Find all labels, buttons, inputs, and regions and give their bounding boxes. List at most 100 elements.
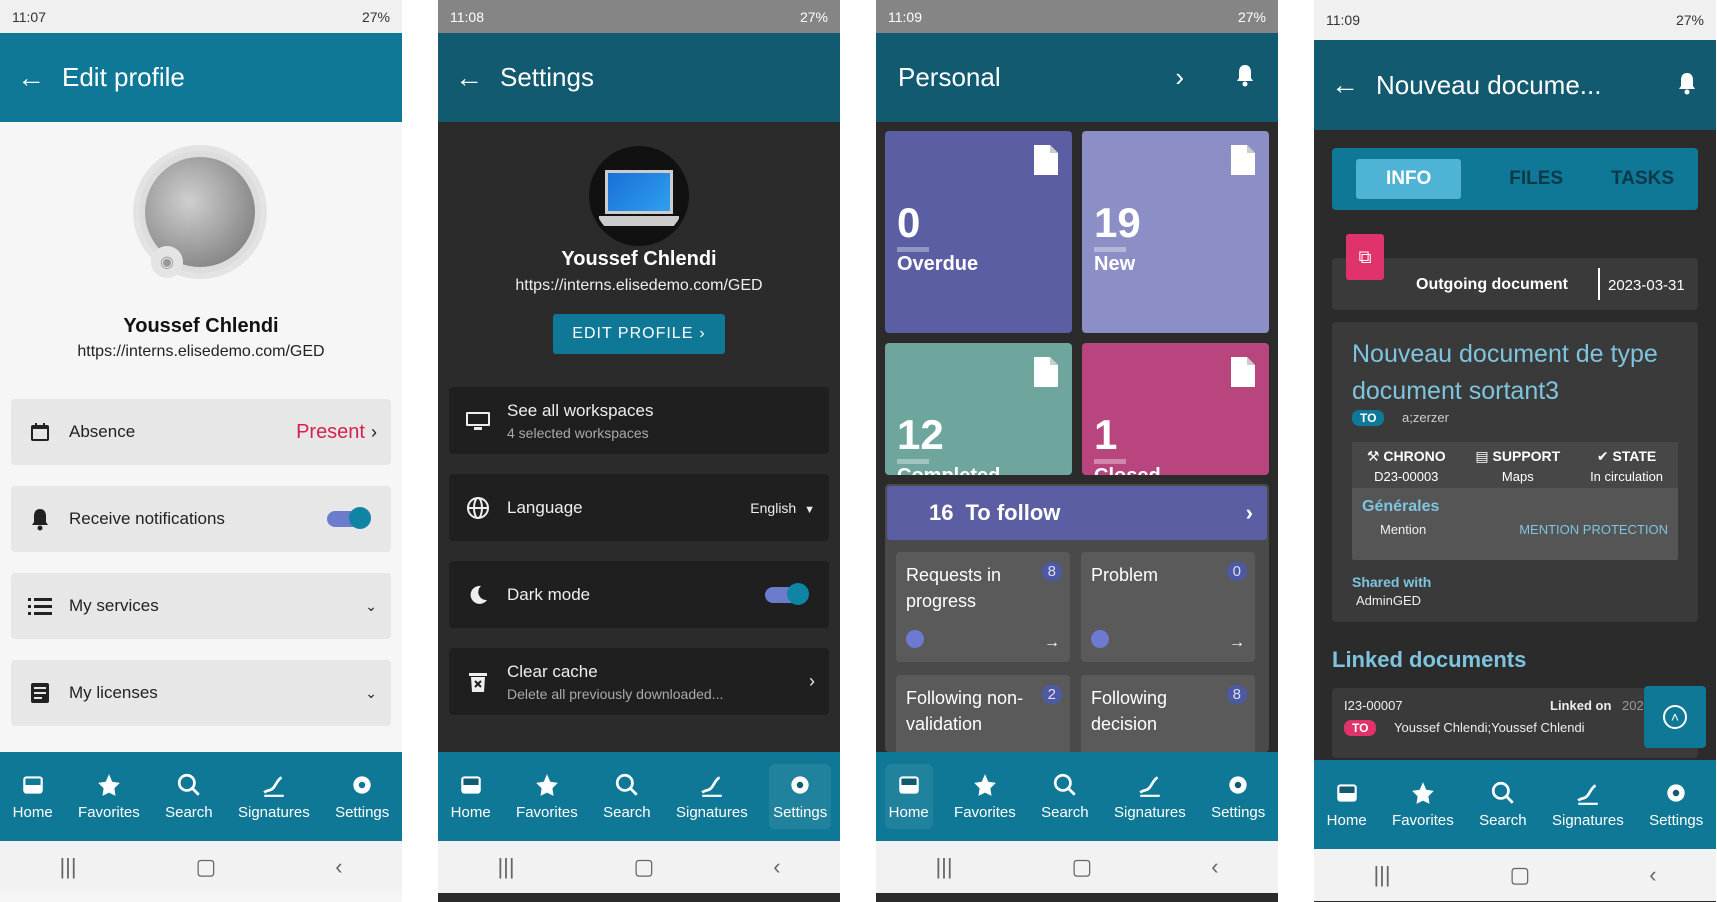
nav-signatures[interactable]: Signatures (234, 764, 314, 829)
nav-home[interactable]: Home (9, 764, 57, 829)
nav-search[interactable]: Search (1037, 764, 1093, 829)
nav-favorites[interactable]: Favorites (512, 764, 582, 829)
bottom-navigation: Home Favorites Search Signatures Setting… (0, 752, 402, 841)
home-system-icon[interactable]: ▢ (634, 854, 655, 880)
following-decision-card[interactable]: Following decision 8 (1081, 675, 1255, 752)
status-battery: 27% (1675, 12, 1704, 28)
bell-icon[interactable] (1234, 62, 1256, 93)
closed-tile[interactable]: 1 Closed (1082, 343, 1269, 475)
nav-label-settings: Settings (335, 804, 390, 821)
language-select[interactable]: English ▼ (750, 500, 815, 516)
back-arrow-icon[interactable]: ← (1314, 69, 1376, 101)
requests-in-progress-card[interactable]: Requests in progress 8 → (896, 552, 1070, 662)
notifications-toggle[interactable] (327, 507, 371, 529)
star-icon (1412, 782, 1434, 804)
moon-icon (463, 583, 493, 607)
inbox-icon (460, 776, 481, 794)
dark-mode-toggle[interactable] (765, 582, 809, 605)
nav-search[interactable]: Search (1475, 772, 1531, 837)
tab-files[interactable]: FILES (1509, 168, 1563, 190)
signature-icon (263, 776, 284, 797)
system-navigation: ||| ▢ ‹ (438, 841, 840, 893)
back-system-icon[interactable]: ‹ (335, 854, 342, 880)
home-system-icon[interactable]: ▢ (196, 854, 217, 880)
to-follow-header[interactable]: 16 To follow › (887, 486, 1267, 540)
home-system-icon[interactable]: ▢ (1510, 862, 1531, 888)
card-count: 2 (1041, 685, 1062, 704)
recents-icon[interactable]: ||| (935, 854, 952, 880)
services-row[interactable]: My services ⌄ (11, 573, 391, 639)
camera-icon[interactable]: ◉ (151, 246, 183, 278)
new-tile[interactable]: 19 New (1082, 131, 1269, 333)
nav-favorites[interactable]: Favorites (1388, 772, 1458, 837)
nav-label-settings: Settings (773, 804, 828, 821)
edit-profile-button[interactable]: EDIT PROFILE › (553, 314, 725, 354)
nav-label-search: Search (1041, 804, 1089, 821)
nav-signatures[interactable]: Signatures (1110, 764, 1190, 829)
back-arrow-icon[interactable]: ← (438, 62, 500, 94)
globe-icon (463, 496, 493, 520)
overdue-tile[interactable]: 0 Overdue (885, 131, 1072, 333)
nav-home[interactable]: Home (1323, 772, 1371, 837)
linked-documents-title: Linked documents (1332, 647, 1527, 672)
completed-tile[interactable]: 12 Completed (885, 343, 1072, 475)
chevron-right-icon[interactable]: › (1175, 62, 1184, 93)
nav-home[interactable]: Home (447, 764, 495, 829)
back-system-icon[interactable]: ‹ (1211, 854, 1218, 880)
mention-value: MENTION PROTECTION (1519, 522, 1668, 537)
bell-icon (25, 507, 55, 531)
nav-label-home: Home (888, 804, 929, 821)
nav-settings[interactable]: Settings (331, 764, 393, 829)
inbox-icon (898, 776, 919, 794)
avatar[interactable] (589, 146, 689, 246)
metadata-box: ⚒ CHRONO D23-00003 ▤ SUPPORT Maps ✔ STATE I… (1352, 442, 1678, 560)
nav-search[interactable]: Search (599, 764, 655, 829)
chevron-right-icon: › (371, 421, 377, 442)
status-time: 11:08 (450, 8, 484, 25)
chevron-up-icon: ˄ (1663, 705, 1687, 729)
recents-icon[interactable]: ||| (59, 854, 76, 880)
bell-icon[interactable] (1676, 70, 1698, 101)
following-non-validation-card[interactable]: Following non-validation 2 (896, 675, 1070, 752)
nav-favorites[interactable]: Favorites (950, 764, 1020, 829)
nav-favorites[interactable]: Favorites (74, 764, 144, 829)
document-detail-screen: 11:09 27% ← Nouveau docume... INFO FILES… (1314, 0, 1716, 902)
clear-cache-row[interactable]: Clear cache Delete all previously downlo… (449, 648, 829, 715)
tab-tasks[interactable]: TASKS (1611, 168, 1674, 190)
nav-settings[interactable]: Settings (1645, 772, 1707, 837)
back-system-icon[interactable]: ‹ (773, 854, 780, 880)
app-bar: Personal › (876, 33, 1278, 122)
nav-settings[interactable]: Settings (769, 764, 832, 829)
problem-card[interactable]: Problem 0 → (1081, 552, 1255, 662)
nav-label-signatures: Signatures (1551, 812, 1624, 829)
nav-label-home: Home (1326, 812, 1367, 829)
back-arrow-icon[interactable]: ← (0, 62, 62, 94)
language-label: Language (507, 497, 583, 517)
gear-icon (1667, 784, 1685, 802)
chevron-right-icon: › (699, 325, 706, 342)
licenses-row[interactable]: My licenses ⌄ (11, 660, 391, 726)
tab-info[interactable]: INFO (1355, 159, 1462, 199)
home-system-icon[interactable]: ▢ (1072, 854, 1093, 880)
doc-date: 2023-03-31 (1608, 277, 1685, 294)
recents-icon[interactable]: ||| (497, 854, 514, 880)
nav-label-favorites: Favorites (1392, 812, 1454, 829)
scroll-top-button[interactable]: ˄ (1644, 686, 1706, 748)
chevron-down-icon: ⌄ (365, 597, 377, 614)
nav-search[interactable]: Search (161, 764, 217, 829)
workspaces-row[interactable]: See all workspaces 4 selected workspaces (449, 387, 829, 454)
nav-settings[interactable]: Settings (1207, 764, 1269, 829)
recents-icon[interactable]: ||| (1373, 862, 1390, 888)
edit-profile-label: EDIT PROFILE (572, 325, 694, 342)
document-icon (1034, 145, 1058, 180)
notifications-label: Receive notifications (69, 509, 225, 528)
language-value: English (750, 499, 797, 516)
nav-signatures[interactable]: Signatures (1548, 772, 1628, 837)
nav-signatures[interactable]: Signatures (672, 764, 752, 829)
nav-home[interactable]: Home (884, 764, 933, 829)
back-system-icon[interactable]: ‹ (1649, 862, 1656, 888)
absence-row[interactable]: Absence Present › (11, 399, 391, 465)
gear-icon (1229, 776, 1247, 794)
language-row[interactable]: Language English ▼ (449, 474, 829, 541)
workspaces-label: See all workspaces (507, 400, 654, 420)
